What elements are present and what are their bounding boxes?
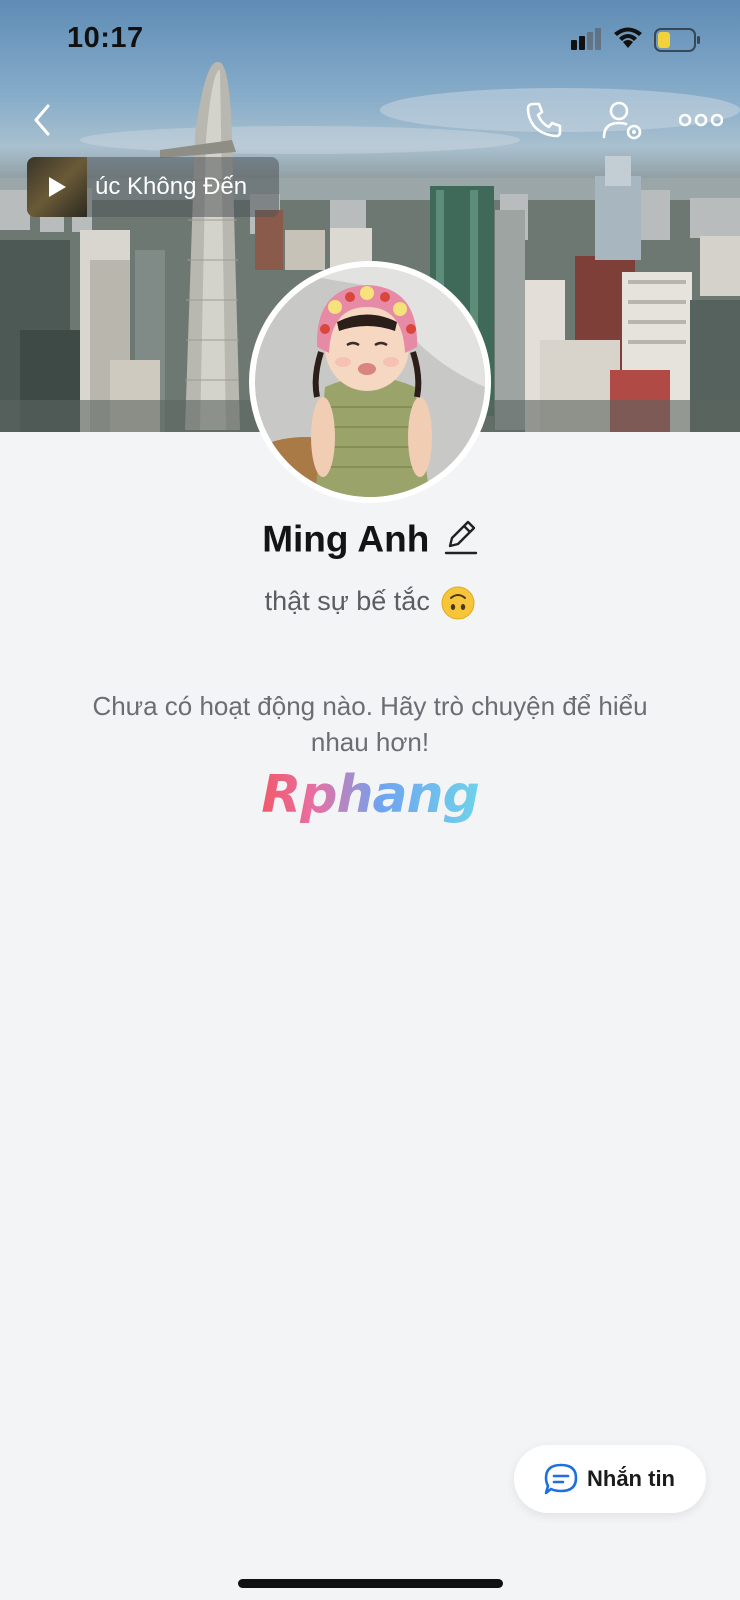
person-settings-icon: [602, 101, 642, 140]
avatar-photo: [255, 267, 485, 497]
send-message-button[interactable]: Nhắn tin: [514, 1445, 706, 1513]
avatar[interactable]: [249, 261, 491, 503]
clock: 10:17: [67, 22, 144, 54]
status-bar: 10:17: [0, 0, 740, 80]
pencil-icon: [444, 520, 477, 555]
battery-icon: [654, 28, 700, 52]
play-icon: [49, 177, 66, 197]
upside-down-face-emoji: [441, 586, 475, 620]
music-thumbnail[interactable]: [27, 157, 87, 217]
ellipsis-icon: [679, 113, 723, 127]
profile-name-row: Ming Anh: [0, 518, 740, 561]
call-button[interactable]: [520, 96, 568, 144]
profile-name: Ming Anh: [262, 518, 430, 560]
empty-activity-message: Chưa có hoạt động nào. Hãy trò chuyện để…: [92, 691, 648, 757]
profile-status: thật sự bế tắc: [0, 586, 740, 620]
watermark-text: Rphang: [261, 765, 480, 825]
watermark-logo: Rphang: [0, 765, 740, 825]
phone-icon: [526, 102, 562, 138]
chevron-left-icon: [34, 104, 50, 136]
status-text: thật sự bế tắc: [264, 586, 430, 617]
more-options-button[interactable]: [676, 100, 726, 140]
send-message-label: Nhắn tin: [587, 1466, 675, 1491]
back-button[interactable]: [18, 96, 66, 144]
chat-bubble-icon: [543, 1462, 579, 1496]
home-indicator[interactable]: [238, 1579, 503, 1588]
profile-settings-button[interactable]: [598, 96, 648, 146]
wifi-icon: [614, 27, 642, 48]
cellular-signal-icon: [571, 28, 601, 50]
profile-music-player[interactable]: úc Không Đến: [27, 157, 279, 217]
music-title: úc Không Đến: [95, 173, 248, 200]
edit-name-button[interactable]: [444, 518, 478, 561]
